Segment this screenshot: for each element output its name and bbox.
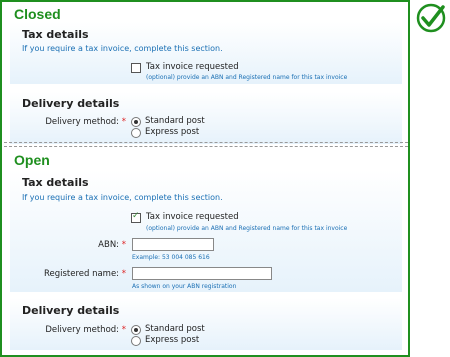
closed-delivery-panel: Delivery details Delivery method: * Stan… bbox=[10, 92, 402, 144]
closed-tax-invoice-label: Tax invoice requested bbox=[146, 62, 239, 72]
closed-section-title: Closed bbox=[14, 6, 61, 22]
abn-label: ABN: * bbox=[98, 240, 126, 250]
closed-delivery-heading: Delivery details bbox=[22, 97, 120, 110]
open-express-post-label: Express post bbox=[145, 335, 200, 345]
closed-express-post-radio[interactable] bbox=[131, 128, 141, 138]
open-tax-panel: Tax details If you require a tax invoice… bbox=[10, 170, 402, 292]
section-divider-1 bbox=[4, 142, 408, 143]
open-tax-invoice-note: (optional) provide an ABN and Registered… bbox=[146, 225, 348, 232]
checkmark-circle-icon bbox=[416, 3, 446, 33]
registered-name-label: Registered name: * bbox=[43, 269, 126, 279]
open-tax-invoice-checkbox[interactable] bbox=[131, 211, 141, 223]
open-standard-post-label: Standard post bbox=[145, 324, 205, 334]
registered-name-input[interactable] bbox=[132, 267, 272, 280]
closed-tax-hint: If you require a tax invoice, complete t… bbox=[22, 44, 223, 53]
open-delivery-heading: Delivery details bbox=[22, 304, 120, 317]
closed-standard-post-radio[interactable] bbox=[131, 117, 141, 127]
open-delivery-label: Delivery method: * bbox=[45, 325, 126, 335]
abn-example: Example: 53 004 085 616 bbox=[132, 254, 210, 261]
closed-tax-panel: Tax details If you require a tax invoice… bbox=[10, 22, 402, 84]
closed-tax-invoice-note: (optional) provide an ABN and Registered… bbox=[146, 74, 348, 81]
open-tax-heading: Tax details bbox=[22, 176, 89, 189]
registered-name-hint: As shown on your ABN registration bbox=[132, 283, 237, 290]
closed-standard-post-label: Standard post bbox=[145, 116, 205, 126]
open-tax-hint: If you require a tax invoice, complete t… bbox=[22, 193, 223, 202]
closed-delivery-label: Delivery method: * bbox=[45, 117, 126, 127]
section-divider-2 bbox=[4, 146, 408, 147]
open-tax-invoice-label: Tax invoice requested bbox=[146, 212, 239, 222]
abn-input[interactable] bbox=[132, 238, 214, 251]
open-section-title: Open bbox=[14, 152, 50, 168]
closed-tax-invoice-checkbox[interactable] bbox=[131, 63, 141, 73]
open-express-post-radio[interactable] bbox=[131, 336, 141, 346]
closed-express-post-label: Express post bbox=[145, 127, 200, 137]
open-standard-post-radio[interactable] bbox=[131, 325, 141, 335]
example-frame: Closed Tax details If you require a tax … bbox=[0, 0, 410, 357]
open-delivery-panel: Delivery details Delivery method: * Stan… bbox=[10, 298, 402, 350]
closed-tax-heading: Tax details bbox=[22, 28, 89, 41]
